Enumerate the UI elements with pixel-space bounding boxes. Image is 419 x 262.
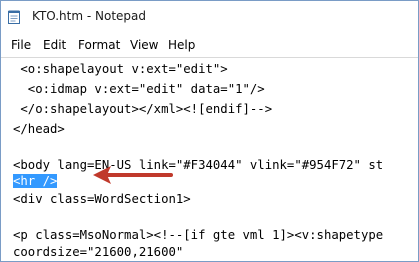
code-line: <div class=WordSection1> [13, 192, 191, 206]
notepad-window: KTO.htm - Notepad File Edit Format View … [0, 0, 419, 262]
menu-help[interactable]: Help [168, 38, 195, 52]
menu-bar: File Edit Format View Help [1, 34, 418, 56]
title-bar[interactable]: KTO.htm - Notepad [1, 1, 418, 31]
code-line: <o:shapelayout v:ext="edit"> [13, 62, 228, 76]
selected-code-line: <hr /> [13, 171, 58, 191]
text-editor-area[interactable]: <o:shapelayout v:ext="edit"> <o:idmap v:… [1, 57, 418, 261]
code-line: </head> [13, 122, 65, 136]
menu-file[interactable]: File [11, 38, 31, 52]
menu-view[interactable]: View [130, 38, 158, 52]
selected-text[interactable]: <hr /> [13, 174, 58, 188]
notepad-icon [8, 10, 20, 24]
code-line: </o:shapelayout></xml><![endif]--> [13, 102, 273, 116]
red-arrow-icon [93, 166, 173, 184]
menu-edit[interactable]: Edit [43, 38, 66, 52]
code-line: <body lang=EN-US link="#F34044" vlink="#… [13, 158, 384, 172]
menu-format[interactable]: Format [78, 38, 120, 52]
code-line: <o:idmap v:ext="edit" data="1"/> [13, 82, 265, 96]
code-line: coordsize="21600,21600" [13, 245, 184, 259]
window-title: KTO.htm - Notepad [32, 9, 146, 23]
